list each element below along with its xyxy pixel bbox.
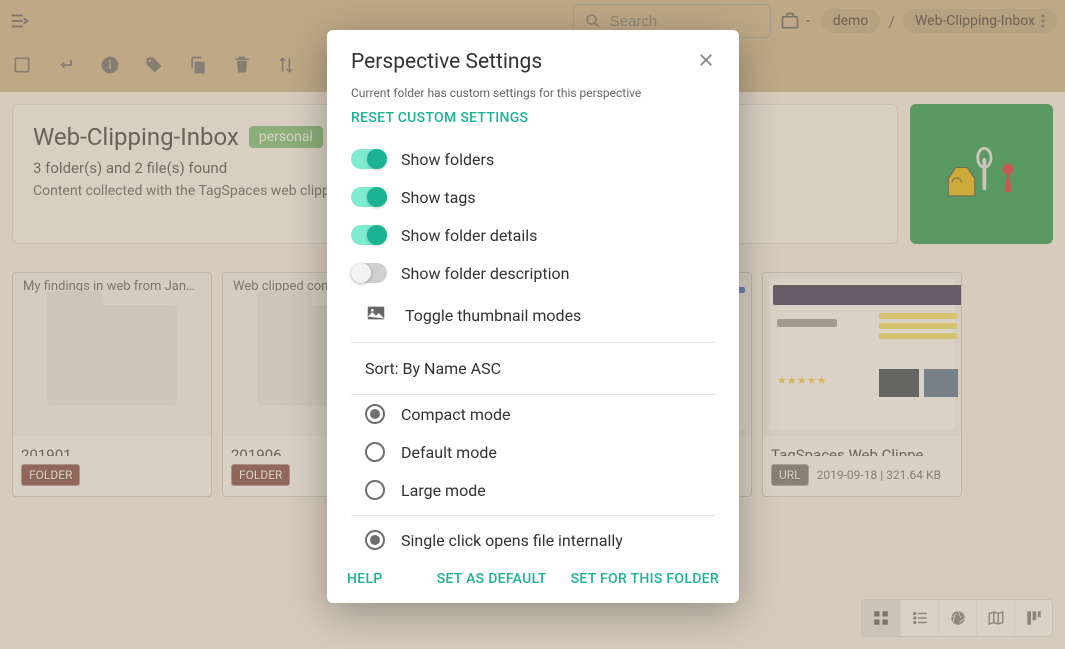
show-tags-switch[interactable] — [351, 187, 387, 207]
radio-icon — [365, 530, 385, 550]
show-folders-label: Show folders — [401, 150, 494, 169]
set-folder-button[interactable]: SET FOR THIS FOLDER — [571, 571, 719, 587]
show-description-switch[interactable] — [351, 263, 387, 283]
default-mode-label: Default mode — [401, 443, 497, 462]
radio-icon — [365, 404, 385, 424]
large-mode-radio[interactable]: Large mode — [351, 471, 715, 509]
image-icon — [365, 302, 387, 328]
show-tags-label: Show tags — [401, 188, 476, 207]
sort-button[interactable]: Sort: By Name ASC — [351, 343, 715, 394]
single-click-radio[interactable]: Single click opens file internally — [351, 516, 715, 559]
large-mode-label: Large mode — [401, 481, 486, 500]
single-click-label: Single click opens file internally — [401, 531, 623, 550]
help-button[interactable]: HELP — [347, 571, 383, 587]
show-description-label: Show folder description — [401, 264, 569, 283]
reset-settings-button[interactable]: RESET CUSTOM SETTINGS — [351, 110, 715, 126]
show-details-switch[interactable] — [351, 225, 387, 245]
dialog-hint: Current folder has custom settings for t… — [351, 86, 715, 100]
close-icon[interactable] — [697, 51, 715, 73]
default-mode-radio[interactable]: Default mode — [351, 433, 715, 471]
radio-icon — [365, 480, 385, 500]
perspective-settings-dialog: Perspective Settings Current folder has … — [327, 30, 739, 603]
show-details-label: Show folder details — [401, 226, 537, 245]
compact-mode-radio[interactable]: Compact mode — [351, 395, 715, 433]
toggle-thumbnail-label: Toggle thumbnail modes — [405, 306, 581, 325]
show-folders-switch[interactable] — [351, 149, 387, 169]
compact-mode-label: Compact mode — [401, 405, 511, 424]
toggle-thumbnail-button[interactable]: Toggle thumbnail modes — [351, 292, 715, 342]
set-default-button[interactable]: SET AS DEFAULT — [437, 571, 547, 587]
dialog-title: Perspective Settings — [351, 50, 542, 74]
radio-icon — [365, 442, 385, 462]
